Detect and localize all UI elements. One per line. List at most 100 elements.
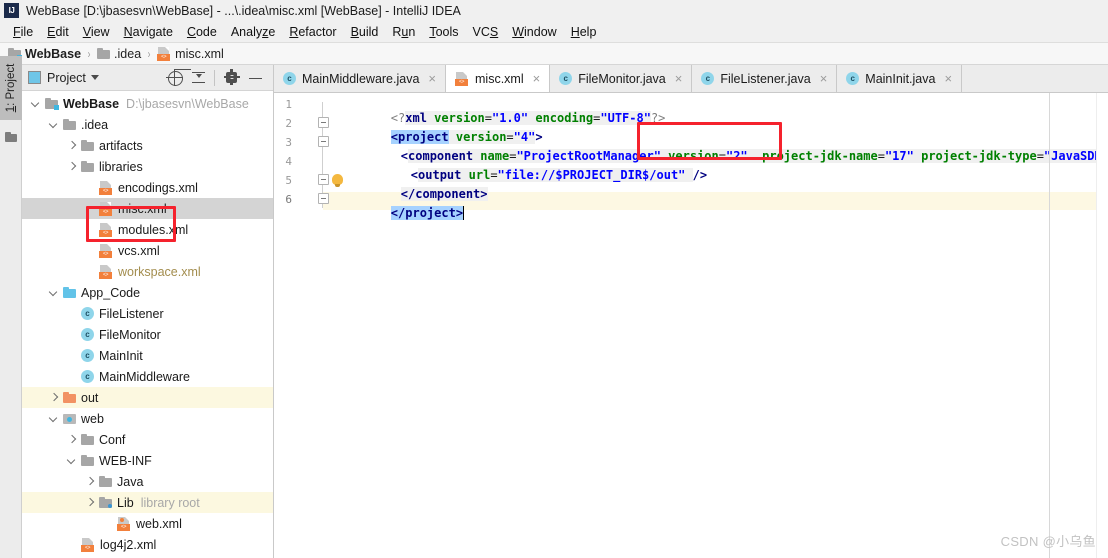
twisty-collapsed-icon[interactable] bbox=[84, 497, 95, 508]
tree-row-libraries[interactable]: libraries bbox=[22, 156, 273, 177]
editor-tab-filelistener-java[interactable]: c FileListener.java × bbox=[692, 65, 838, 92]
twisty-collapsed-icon[interactable] bbox=[66, 140, 77, 151]
editor-gutter[interactable]: 1 2 3 4 5 6 bbox=[274, 93, 329, 558]
locate-icon[interactable] bbox=[164, 67, 186, 89]
line-number: 3 bbox=[285, 136, 292, 149]
tree-row-web-xml[interactable]: <> web.xml bbox=[22, 513, 273, 534]
tree-row-java[interactable]: Java bbox=[22, 471, 273, 492]
fold-marker[interactable] bbox=[318, 174, 329, 185]
tree-row-maininit[interactable]: c MainInit bbox=[22, 345, 273, 366]
tree-row-label: MainMiddleware bbox=[99, 369, 191, 384]
code-editor[interactable]: 1 2 3 4 5 6 <?xml version="1.0" encoding… bbox=[274, 93, 1108, 558]
twisty-expanded-icon[interactable] bbox=[66, 455, 77, 466]
menu-analyze[interactable]: Analyze bbox=[224, 25, 282, 39]
minimize-icon[interactable] bbox=[245, 67, 267, 89]
tree-row-app-code[interactable]: App_Code bbox=[22, 282, 273, 303]
web-xml-file-icon: <> bbox=[117, 516, 131, 531]
tree-row-artifacts[interactable]: artifacts bbox=[22, 135, 273, 156]
twisty-collapsed-icon[interactable] bbox=[66, 161, 77, 172]
tree-row-vcs-xml[interactable]: <> vcs.xml bbox=[22, 240, 273, 261]
window-title: WebBase [D:\jbasesvn\WebBase] - ...\.ide… bbox=[26, 3, 461, 18]
java-class-icon: c bbox=[81, 328, 94, 341]
attr-value: "file://$PROJECT_DIR$/out" bbox=[497, 168, 686, 182]
tree-row-label: log4j2.xml bbox=[100, 537, 157, 552]
tree-row-web-inf[interactable]: WEB-INF bbox=[22, 450, 273, 471]
chevron-down-icon[interactable] bbox=[90, 75, 99, 80]
tree-row-web[interactable]: web bbox=[22, 408, 273, 429]
source-folder-icon bbox=[63, 287, 76, 298]
right-margin-guide bbox=[1049, 93, 1050, 558]
close-icon[interactable]: × bbox=[675, 72, 683, 85]
folder-icon bbox=[81, 434, 94, 445]
tree-row-label: libraries bbox=[99, 159, 143, 174]
intention-bulb-icon[interactable] bbox=[332, 174, 343, 187]
editor-tab-misc-xml[interactable]: <> misc.xml × bbox=[446, 65, 551, 92]
fold-marker[interactable] bbox=[318, 117, 329, 128]
tree-row-filelistener[interactable]: c FileListener bbox=[22, 303, 273, 324]
tree-row-conf[interactable]: Conf bbox=[22, 429, 273, 450]
project-tree[interactable]: WebBase D:\jbasesvn\WebBase .idea artifacts… bbox=[22, 91, 273, 558]
menu-navigate[interactable]: Navigate bbox=[117, 25, 180, 39]
close-icon[interactable]: × bbox=[428, 72, 436, 85]
editor-tab-maininit-java[interactable]: c MainInit.java × bbox=[837, 65, 963, 92]
java-class-icon: c bbox=[283, 72, 296, 85]
tree-row--idea[interactable]: .idea bbox=[22, 114, 273, 135]
tree-row-label: modules.xml bbox=[118, 222, 189, 237]
twisty-expanded-icon[interactable] bbox=[30, 98, 41, 109]
xml-file-icon: <> bbox=[157, 46, 171, 61]
fold-marker[interactable] bbox=[318, 136, 329, 147]
line-number: 5 bbox=[285, 174, 292, 187]
editor-scrollbar[interactable] bbox=[1096, 93, 1108, 558]
tree-row-misc-xml[interactable]: <> misc.xml bbox=[22, 198, 273, 219]
menu-tools[interactable]: Tools bbox=[422, 25, 465, 39]
twisty-collapsed-icon[interactable] bbox=[84, 476, 95, 487]
close-icon[interactable]: × bbox=[944, 72, 952, 85]
menu-run[interactable]: Run bbox=[385, 25, 422, 39]
menu-build[interactable]: Build bbox=[344, 25, 386, 39]
tree-row-webbase[interactable]: WebBase D:\jbasesvn\WebBase bbox=[22, 93, 273, 114]
tree-row-out[interactable]: out bbox=[22, 387, 273, 408]
menu-help[interactable]: Help bbox=[564, 25, 604, 39]
tree-row-encodings-xml[interactable]: <> encodings.xml bbox=[22, 177, 273, 198]
editor-tab-filemonitor-java[interactable]: c FileMonitor.java × bbox=[550, 65, 693, 92]
twisty-collapsed-icon[interactable] bbox=[66, 434, 77, 445]
menu-refactor[interactable]: Refactor bbox=[282, 25, 343, 39]
twisty-expanded-icon[interactable] bbox=[48, 287, 59, 298]
collapse-all-icon[interactable] bbox=[188, 67, 210, 89]
tree-row-label: WEB-INF bbox=[99, 453, 152, 468]
folder-icon bbox=[81, 455, 94, 466]
tree-row-lib[interactable]: Lib library root bbox=[22, 492, 273, 513]
editor-tab-label: FileMonitor.java bbox=[578, 71, 666, 86]
twisty-expanded-icon[interactable] bbox=[48, 119, 59, 130]
close-icon[interactable]: × bbox=[820, 72, 828, 85]
menu-edit[interactable]: Edit bbox=[40, 25, 76, 39]
menu-file[interactable]: File bbox=[6, 25, 40, 39]
gear-icon[interactable] bbox=[221, 67, 243, 89]
menu-vcs[interactable]: VCS bbox=[466, 25, 506, 39]
line-number: 4 bbox=[285, 155, 292, 168]
tree-row-workspace-xml[interactable]: <> workspace.xml bbox=[22, 261, 273, 282]
menu-view[interactable]: View bbox=[76, 25, 117, 39]
breadcrumb-item-miscxml[interactable]: <> misc.xml bbox=[157, 46, 224, 61]
tree-row-filemonitor[interactable]: c FileMonitor bbox=[22, 324, 273, 345]
project-toolbar: Project bbox=[22, 65, 273, 91]
fold-marker[interactable] bbox=[318, 193, 329, 204]
tree-row-modules-xml[interactable]: <> modules.xml bbox=[22, 219, 273, 240]
code-line-6: </project> bbox=[333, 192, 472, 234]
close-icon[interactable]: × bbox=[533, 72, 541, 85]
tree-row-log4j2-xml[interactable]: <> log4j2.xml bbox=[22, 534, 273, 555]
tree-row-label: FileMonitor bbox=[99, 327, 161, 342]
twisty-collapsed-icon[interactable] bbox=[48, 392, 59, 403]
xml-file-icon: <> bbox=[455, 71, 469, 86]
tree-row-mainmiddleware[interactable]: c MainMiddleware bbox=[22, 366, 273, 387]
editor-tab-mainmiddleware-java[interactable]: c MainMiddleware.java × bbox=[274, 65, 447, 92]
menu-code[interactable]: Code bbox=[180, 25, 224, 39]
folder-icon bbox=[81, 140, 94, 151]
tool-window-tab-project[interactable]: 1: Project bbox=[0, 56, 22, 120]
menu-window[interactable]: Window bbox=[505, 25, 563, 39]
twisty-expanded-icon[interactable] bbox=[48, 413, 59, 424]
breadcrumb-label: WebBase bbox=[25, 46, 82, 61]
breadcrumb-item-idea[interactable]: .idea bbox=[97, 47, 141, 61]
toolbar-divider bbox=[214, 69, 215, 86]
folder-icon bbox=[97, 48, 111, 59]
